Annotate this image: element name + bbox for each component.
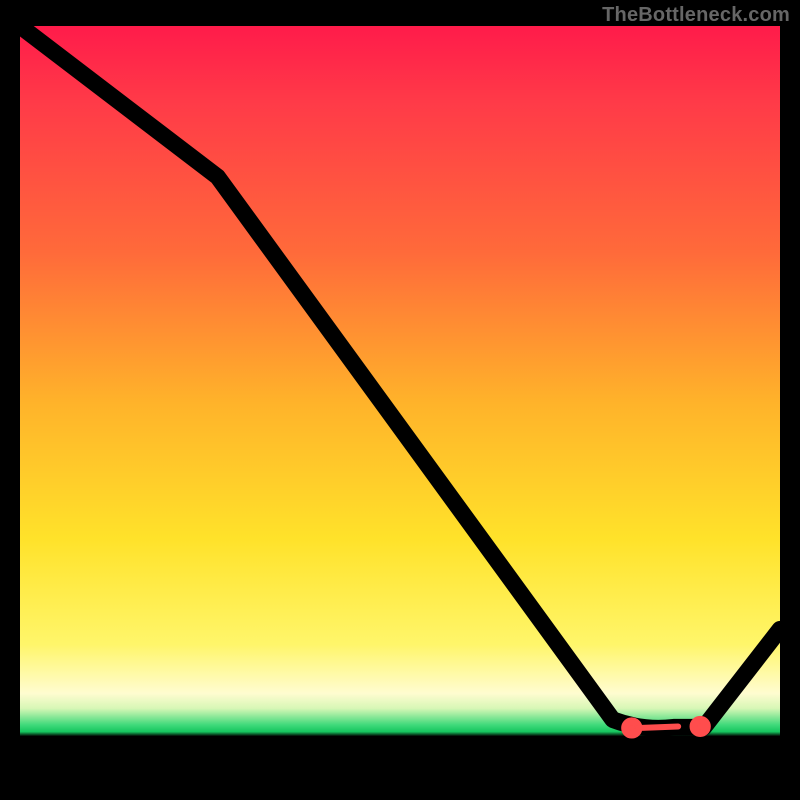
- optimum-dash: [639, 726, 679, 728]
- bottleneck-curve: [20, 26, 780, 780]
- watermark-text: TheBottleneck.com: [602, 4, 790, 27]
- chart-stage: TheBottleneck.com: [0, 0, 800, 800]
- curve-path: [20, 26, 780, 728]
- plot-area: [20, 26, 780, 780]
- optimum-end-dot: [693, 720, 707, 734]
